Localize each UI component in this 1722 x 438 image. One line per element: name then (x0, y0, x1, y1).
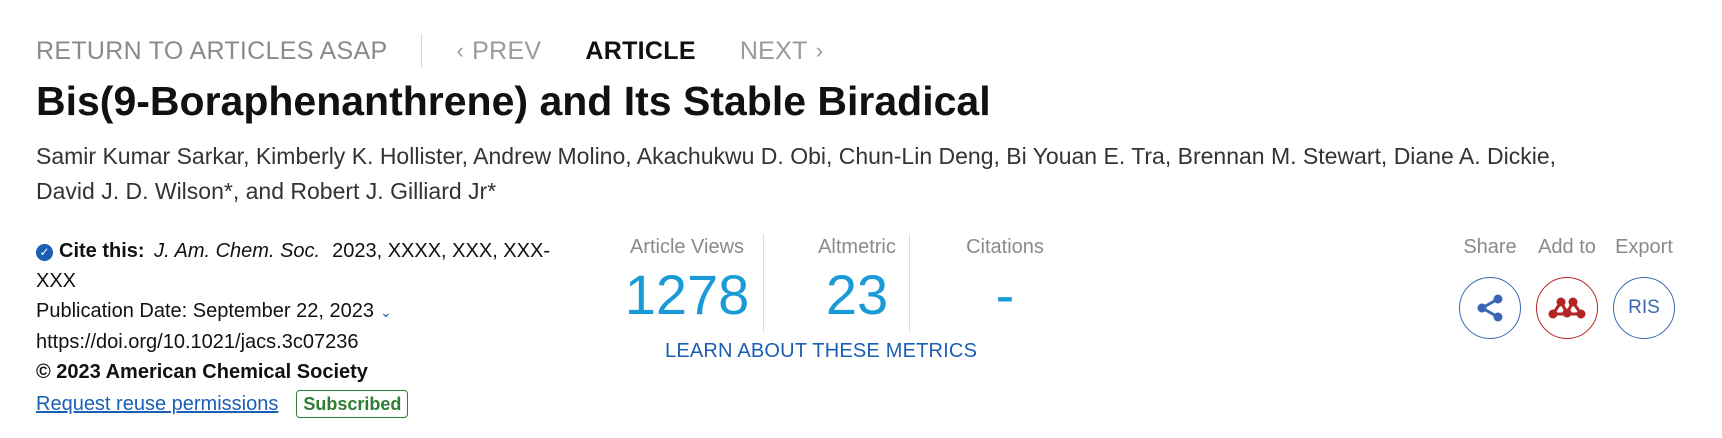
add-to-action: Add to (1527, 236, 1607, 339)
author-name[interactable]: David J. D. Wilson* (36, 178, 233, 204)
author-name[interactable]: Diane A. Dickie (1394, 143, 1550, 169)
check-circle-icon: ✓ (36, 244, 53, 261)
metric-value: 1278 (624, 263, 750, 326)
author-name[interactable]: Andrew Molino (473, 143, 625, 169)
publication-date-text: Publication Date: September 22, 2023 (36, 300, 374, 322)
citation-block: ✓ Cite this: J. Am. Chem. Soc. 2023, XXXX,… (36, 236, 576, 419)
add-to-mendeley-button[interactable] (1536, 277, 1598, 339)
learn-about-metrics-link[interactable]: LEARN ABOUT THESE METRICS (665, 340, 977, 363)
metric-value: - (995, 263, 1015, 326)
article-title: Bis(9-Boraphenanthrene) and Its Stable B… (36, 78, 991, 124)
author-name[interactable]: Brennan M. Stewart (1178, 143, 1381, 169)
export-label: Export (1615, 236, 1673, 258)
add-to-label: Add to (1538, 236, 1596, 258)
mendeley-icon (1548, 297, 1586, 319)
cite-label: Cite this: (59, 240, 145, 262)
chevron-down-icon: ⌄ (380, 304, 392, 320)
metric-article-views: Article Views 1278 (612, 236, 762, 325)
subscribed-badge: Subscribed (296, 390, 409, 418)
nav-divider (421, 34, 423, 68)
metric-divider (909, 234, 910, 332)
journal-name: J. Am. Chem. Soc. (154, 240, 321, 262)
copyright-notice: © 2023 American Chemical Society (36, 361, 368, 383)
next-label: NEXT (739, 36, 808, 65)
author-name[interactable]: Samir Kumar Sarkar (36, 143, 243, 169)
share-action: Share (1450, 236, 1530, 339)
current-article-label: ARTICLE (585, 36, 696, 65)
chevron-left-icon: ‹ (456, 38, 465, 63)
next-article-link[interactable]: NEXT › (740, 37, 824, 66)
request-reuse-permissions-link[interactable]: Request reuse permissions (36, 389, 278, 419)
article-header: RETURN TO ARTICLES ASAP ‹ PREV ARTICLE N… (0, 0, 1722, 438)
export-ris-button[interactable]: RIS (1613, 277, 1675, 339)
author-name[interactable]: Chun-Lin Deng (839, 143, 994, 169)
doi-link[interactable]: https://doi.org/10.1021/jacs.3c07236 (36, 327, 576, 357)
article-navigation: RETURN TO ARTICLES ASAP ‹ PREV ARTICLE N… (36, 34, 823, 68)
author-name[interactable]: Kimberly K. Hollister (256, 143, 462, 169)
share-button[interactable] (1459, 277, 1521, 339)
export-action: Export RIS (1604, 236, 1684, 339)
metric-citations: Citations - (930, 236, 1080, 325)
chevron-right-icon: › (815, 38, 824, 63)
return-to-articles-link[interactable]: RETURN TO ARTICLES ASAP (36, 37, 387, 66)
author-list: Samir Kumar Sarkar, Kimberly K. Holliste… (36, 143, 1557, 204)
share-label: Share (1463, 236, 1517, 258)
metric-label: Citations (966, 236, 1044, 258)
metric-label: Article Views (629, 236, 745, 258)
metric-divider (763, 234, 764, 332)
prev-label: PREV (472, 36, 542, 65)
reuse-row: Request reuse permissions Subscribed (36, 389, 576, 419)
cite-this: ✓ Cite this: J. Am. Chem. Soc. 2023, XXXX,… (36, 236, 576, 296)
prev-article-link[interactable]: ‹ PREV (456, 37, 541, 66)
author-name[interactable]: Akachukwu D. Obi (637, 143, 826, 169)
share-icon (1477, 294, 1503, 322)
author-name[interactable]: Robert J. Gilliard Jr* (290, 178, 496, 204)
author-name[interactable]: Bi Youan E. Tra (1006, 143, 1165, 169)
publication-date[interactable]: Publication Date: September 22, 2023 ⌄ (36, 296, 576, 327)
